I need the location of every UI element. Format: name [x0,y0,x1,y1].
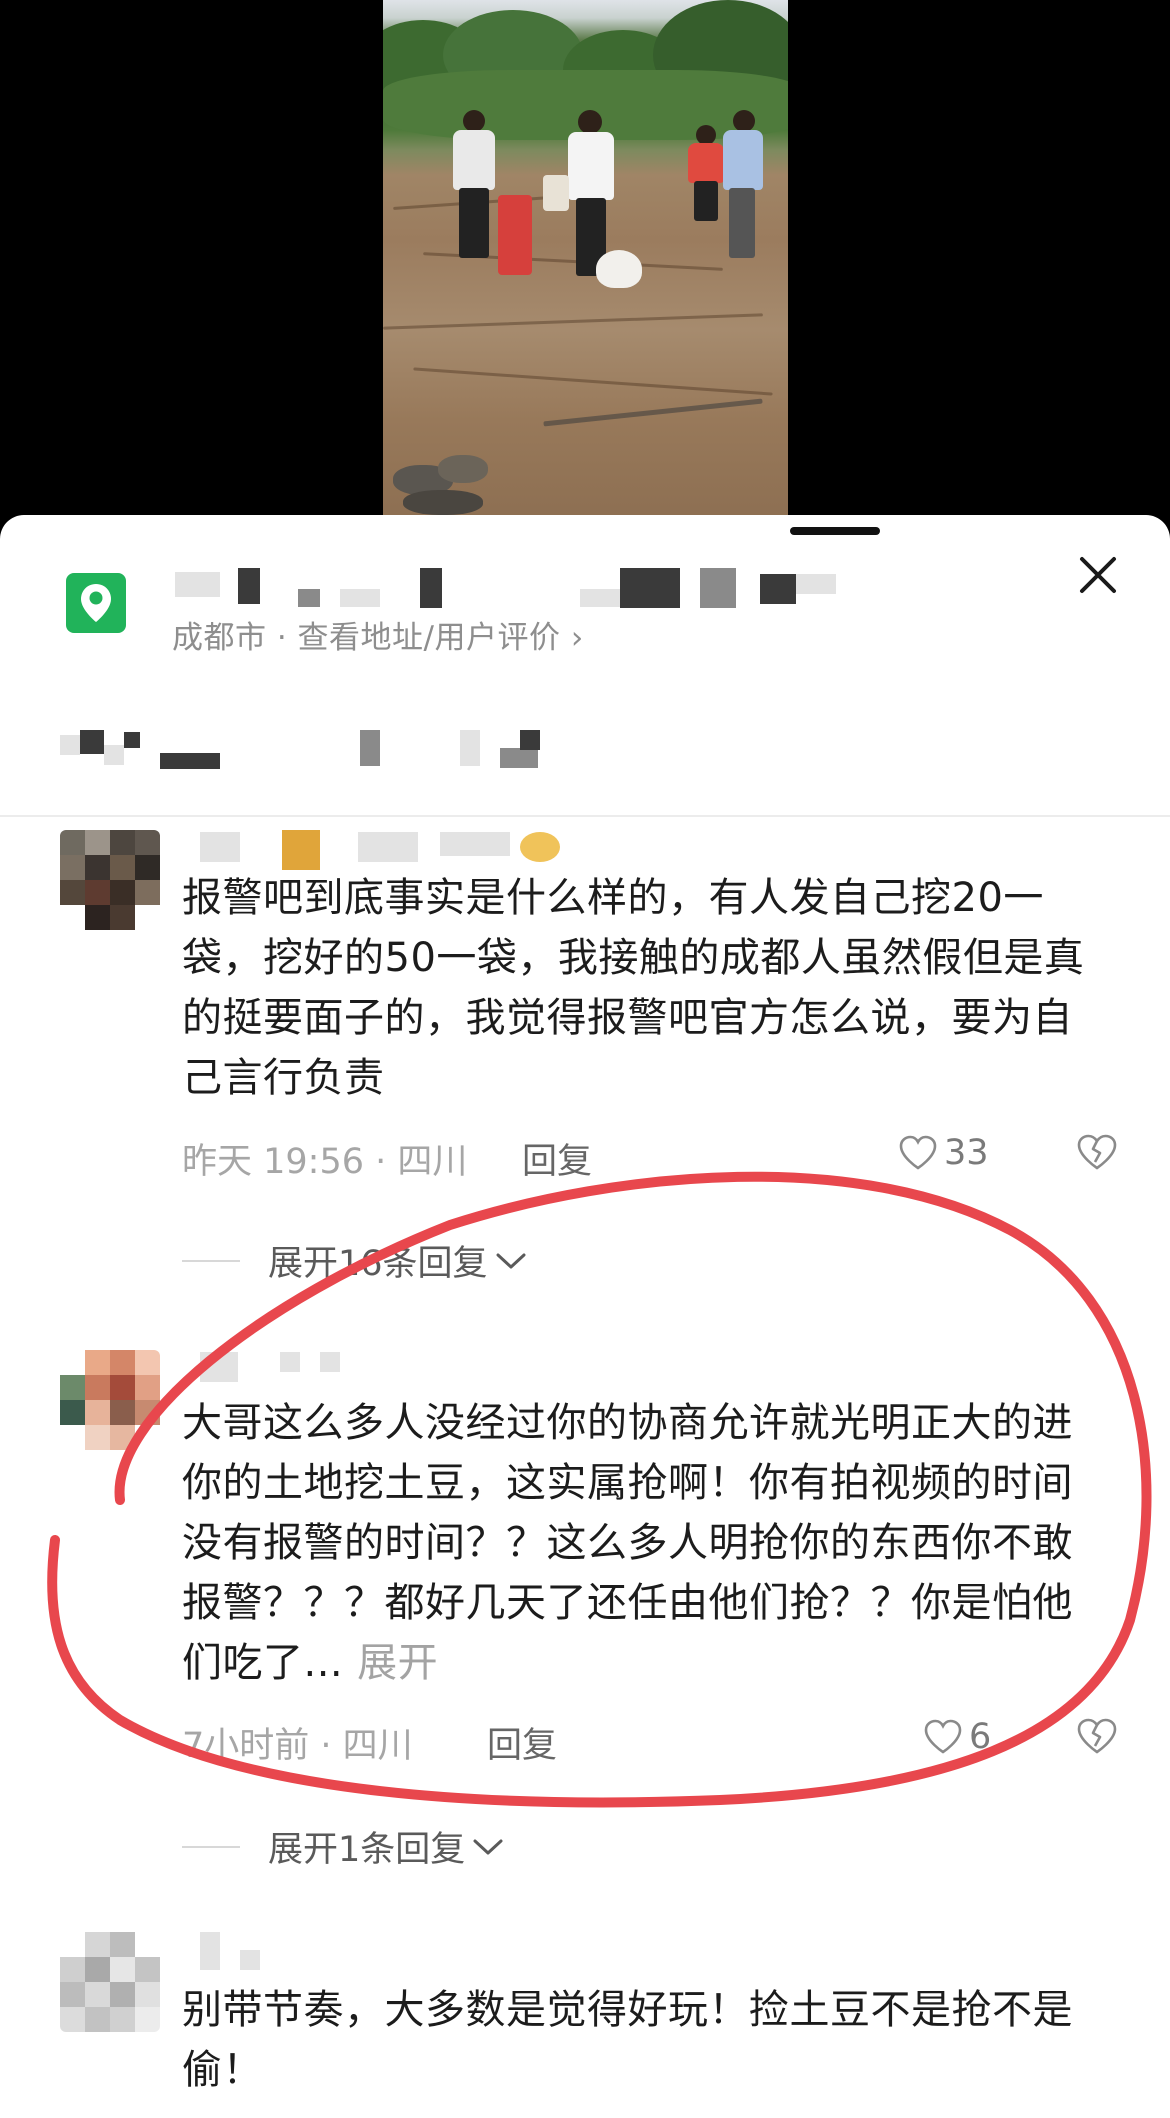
chevron-right-icon: › [570,620,584,656]
like-count: 6 [969,1717,992,1757]
broken-heart-icon [1077,1134,1117,1170]
reply-button[interactable]: 回复 [522,1133,592,1184]
dislike-button[interactable] [1076,1133,1118,1175]
heart-icon [899,1135,937,1170]
close-button[interactable] [1072,549,1124,601]
expand-divider-line [182,1845,240,1848]
expand-replies-label: 展开16条回复 [268,1244,488,1284]
video-frame [383,0,788,520]
reply-button[interactable]: 回复 [487,1717,557,1768]
comment-text: 报警吧到底事实是什么样的，有人发自己挖20一袋，挖好的50一袋，我接触的成都人虽… [182,875,1085,1101]
avatar[interactable] [60,1350,160,1450]
avatar[interactable] [60,1932,160,2032]
like-button[interactable]: 6 [923,1717,991,1757]
broken-heart-icon [1077,1718,1117,1754]
inline-expand-link[interactable]: 展开 [357,1640,438,1686]
comment-text: 别带节奏，大多数是觉得好玩！捡土豆不是抢不是偷！ [182,1987,1073,2093]
expand-replies-label: 展开1条回复 [268,1830,466,1870]
like-count: 33 [944,1133,989,1173]
like-button[interactable]: 33 [898,1133,989,1173]
map-pin-icon [66,573,126,633]
header-divider [0,815,1170,817]
close-icon [1080,557,1116,593]
expand-replies-button[interactable]: 展开16条回复 [182,1235,528,1286]
avatar[interactable] [60,830,160,930]
video-player[interactable] [0,0,1170,520]
comment-text: 大哥这么多人没经过你的协商允许就光明正大的进你的土地挖土豆，这实属抢啊！你有拍视… [182,1400,1073,1686]
comment-meta: 7小时前 · 四川 [182,1726,413,1766]
expand-replies-button[interactable]: 展开1条回复 [182,1821,505,1872]
chevron-down-icon [496,1253,526,1268]
comment-meta: 昨天 19:56 · 四川 [182,1142,468,1182]
chevron-down-icon [473,1839,503,1854]
dislike-button[interactable] [1076,1717,1118,1759]
heart-icon [924,1719,962,1754]
expand-divider-line [182,1259,240,1262]
sheet-drag-handle[interactable] [790,527,880,535]
location-address-link[interactable]: 成都市 · 查看地址/用户评价 › [172,612,584,657]
